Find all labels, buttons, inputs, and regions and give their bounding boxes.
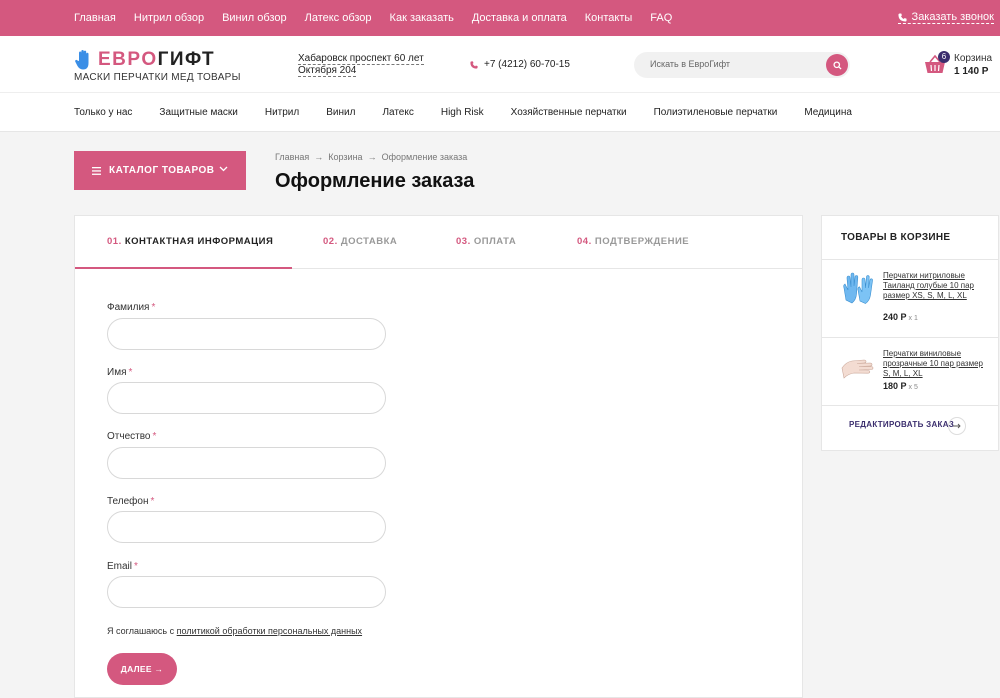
patronymic-input[interactable]: [107, 447, 386, 479]
arrow-right-icon: [953, 423, 961, 429]
topnav-link-nitrile-review[interactable]: Нитрил обзор: [134, 12, 204, 24]
cart-total: 1 140 Р: [954, 66, 989, 77]
phone-input[interactable]: [107, 511, 386, 543]
blue-glove-icon[interactable]: [840, 270, 876, 306]
next-button[interactable]: ДАЛЕЕ →: [107, 653, 177, 685]
category-masks[interactable]: Защитные маски: [159, 107, 237, 118]
search-box: [634, 52, 850, 78]
logo[interactable]: ЕВРОГИФТ: [74, 49, 215, 71]
breadcrumb-current: Оформление заказа: [381, 152, 468, 162]
cart-sidebar-title: ТОВАРЫ В КОРЗИНЕ: [841, 232, 951, 243]
breadcrumb: Главная → Корзина → Оформление заказа: [275, 152, 467, 162]
search-button[interactable]: [826, 54, 848, 76]
topnav-link-latex-review[interactable]: Латекс обзор: [305, 12, 372, 24]
cart-label[interactable]: Корзина: [954, 53, 992, 64]
step-payment[interactable]: 03. ОПЛАТА: [456, 236, 516, 247]
edit-order-link[interactable]: РЕДАКТИРОВАТЬ ЗАКАЗ: [849, 420, 954, 429]
topnav-link-how-to-order[interactable]: Как заказать: [390, 12, 454, 24]
breadcrumb-cart[interactable]: Корзина: [328, 152, 362, 162]
cart-item-price: 240 Рx 1: [883, 312, 918, 322]
cart-sidebar: ТОВАРЫ В КОРЗИНЕ Перчатки нитриловые Таи…: [821, 215, 999, 451]
category-vinyl[interactable]: Винил: [326, 107, 355, 118]
phone-label: Телефон *: [107, 496, 155, 507]
logo-tagline: МАСКИ ПЕРЧАТКИ МЕД ТОВАРЫ: [74, 72, 241, 83]
top-nav: Главная Нитрил обзор Винил обзор Латекс …: [74, 0, 690, 36]
checkout-form-card: 01. КОНТАКТНАЯ ИНФОРМАЦИЯ 02. ДОСТАВКА 0…: [74, 215, 803, 698]
callback-label: Заказать звонок: [911, 11, 994, 23]
hand-logo-icon: [75, 50, 89, 70]
catalog-button[interactable]: КАТАЛОГ ТОВАРОВ: [74, 151, 246, 190]
callback-link[interactable]: Заказать звонок: [897, 11, 994, 24]
store-address-text: Хабаровск проспект 60 лет Октября 204: [298, 53, 424, 77]
catalog-button-label: КАТАЛОГ ТОВАРОВ: [109, 165, 215, 176]
divider: [822, 259, 998, 260]
email-input[interactable]: [107, 576, 386, 608]
step-confirmation[interactable]: 04. ПОДТВЕРЖДЕНИЕ: [577, 236, 689, 247]
top-bar: Главная Нитрил обзор Винил обзор Латекс …: [0, 0, 1000, 36]
last-name-input[interactable]: [107, 318, 386, 350]
chevron-down-icon: [219, 166, 228, 172]
cart-item-name[interactable]: Перчатки нитриловые Таиланд голубые 10 п…: [883, 271, 983, 301]
topnav-link-home[interactable]: Главная: [74, 12, 116, 24]
privacy-policy-link[interactable]: политикой обработки персональных данных: [177, 626, 362, 636]
phone-number: +7 (4212) 60-70-15: [484, 59, 570, 70]
clear-glove-icon[interactable]: [840, 348, 876, 384]
menu-icon: [92, 166, 101, 175]
category-nav: Только у нас Защитные маски Нитрил Винил…: [0, 93, 1000, 132]
consent-text: Я соглашаюсь с политикой обработки персо…: [107, 626, 363, 636]
step-delivery[interactable]: 02. ДОСТАВКА: [323, 236, 397, 247]
category-polyethylene[interactable]: Полиэтиленовые перчатки: [654, 107, 778, 118]
edit-order-button[interactable]: [948, 417, 966, 435]
store-address[interactable]: Хабаровск проспект 60 лет Октября 204: [298, 53, 438, 77]
site-header: ЕВРОГИФТ МАСКИ ПЕРЧАТКИ МЕД ТОВАРЫ Хабар…: [0, 36, 1000, 93]
category-household[interactable]: Хозяйственные перчатки: [511, 107, 627, 118]
topnav-link-faq[interactable]: FAQ: [650, 12, 672, 24]
category-latex[interactable]: Латекс: [382, 107, 413, 118]
arrow-right-icon: →: [367, 152, 377, 162]
search-input[interactable]: [650, 59, 810, 69]
step-contact-info[interactable]: 01. КОНТАКТНАЯ ИНФОРМАЦИЯ: [107, 236, 273, 247]
search-icon: [832, 60, 842, 70]
category-only-here[interactable]: Только у нас: [74, 107, 132, 118]
header-cart[interactable]: 6: [924, 51, 950, 79]
category-high-risk[interactable]: High Risk: [441, 107, 484, 118]
first-name-label: Имя *: [107, 367, 133, 378]
page-title: Оформление заказа: [275, 170, 475, 192]
header-phone[interactable]: +7 (4212) 60-70-15: [470, 59, 570, 70]
cart-count-badge: 6: [938, 51, 950, 63]
checkout-steps: 01. КОНТАКТНАЯ ИНФОРМАЦИЯ 02. ДОСТАВКА 0…: [75, 216, 802, 269]
category-medicine[interactable]: Медицина: [804, 107, 852, 118]
topnav-link-vinyl-review[interactable]: Винил обзор: [222, 12, 287, 24]
topnav-link-contacts[interactable]: Контакты: [585, 12, 633, 24]
patronymic-label: Отчество *: [107, 431, 157, 442]
breadcrumb-home[interactable]: Главная: [275, 152, 309, 162]
cart-item-price: 180 Рx 5: [883, 381, 918, 391]
phone-icon: [470, 60, 478, 69]
arrow-right-icon: →: [314, 152, 324, 162]
logo-text: ЕВРОГИФТ: [98, 49, 216, 70]
divider: [822, 405, 998, 406]
active-step-underline: [75, 267, 292, 269]
first-name-input[interactable]: [107, 382, 386, 414]
category-nitrile[interactable]: Нитрил: [265, 107, 299, 118]
topnav-link-delivery[interactable]: Доставка и оплата: [472, 12, 567, 24]
divider: [822, 337, 998, 338]
phone-icon: [897, 12, 907, 22]
last-name-label: Фамилия *: [107, 302, 156, 313]
email-label: Email *: [107, 561, 138, 572]
cart-item-name[interactable]: Перчатки виниловые прозрачные 10 пар раз…: [883, 349, 983, 379]
